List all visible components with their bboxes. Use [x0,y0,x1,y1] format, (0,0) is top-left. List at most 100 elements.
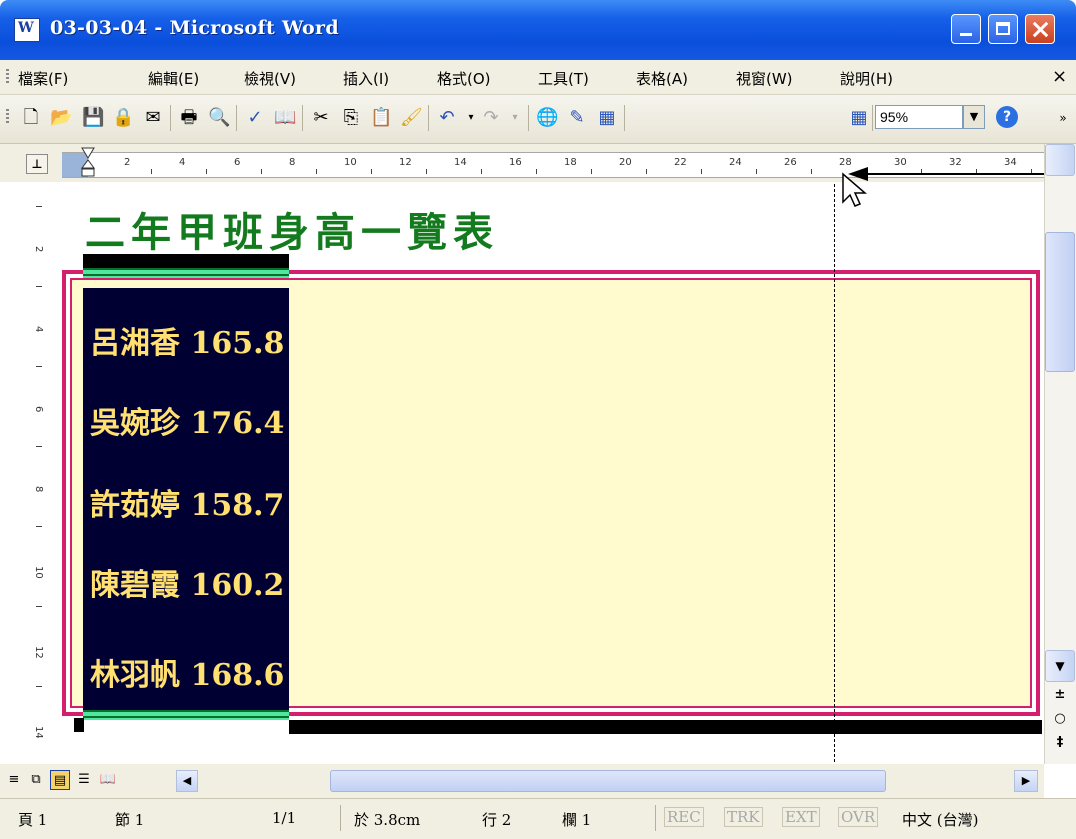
list-item: 呂湘香 165.8 [90,326,285,361]
toolbar-grip[interactable] [6,109,9,125]
ruler-tick [591,169,592,174]
insert-table-icon[interactable]: ▦ [596,107,618,129]
research-icon[interactable]: 📖 [274,107,296,129]
ruler-tick [701,169,702,174]
status-trk[interactable]: TRK [724,807,763,827]
print-icon[interactable]: 🖶 [178,107,200,129]
scroll-left-button[interactable]: ◀ [176,770,198,792]
ruler-number: 22 [674,157,687,168]
print-layout-view-icon[interactable]: ▤ [50,770,70,790]
ruler-number: 2 [124,157,131,168]
normal-view-icon[interactable]: ≡ [4,770,24,790]
select-browse-object-icon[interactable]: ○ [1045,708,1075,730]
word-app-icon[interactable] [14,18,40,42]
status-ovr[interactable]: OVR [838,807,879,827]
close-button[interactable] [1025,14,1055,44]
insert-table-icon-2[interactable]: ▦ [848,107,870,129]
status-language[interactable]: 中文 (台灣) [902,809,978,830]
menu-bar: 檔案(F) 編輯(E) 檢視(V) 插入(I) 格式(O) 工具(T) 表格(A… [0,60,1076,95]
ruler-tick [426,169,427,174]
menu-insert[interactable]: 插入(I) [343,68,389,89]
spelling-icon[interactable]: ✓ [244,107,266,129]
ruler-number: 8 [289,157,296,168]
help-icon[interactable]: ? [996,106,1018,128]
vruler-tick [36,606,42,607]
menu-table[interactable]: 表格(A) [636,68,688,89]
document-page[interactable]: 二年甲班身高一覽表 呂湘香 165.8 吳婉珍 176.4 許茹婷 158.7 … [52,184,1042,762]
previous-page-icon[interactable]: ± [1045,684,1075,706]
table-bottom-stripe [83,710,289,720]
vertical-ruler[interactable]: 2 4 6 8 10 12 14 [26,184,53,767]
menu-help[interactable]: 說明(H) [840,68,893,89]
toolbar-separator [624,105,625,131]
new-document-icon[interactable]: 🗋 [20,107,42,129]
document-title: 二年甲班身高一覽表 [85,209,499,256]
tables-borders-icon[interactable]: ✎ [566,107,588,129]
ruler-number: 4 [179,157,186,168]
paste-icon[interactable]: 📋 [370,107,392,129]
reading-layout-view-icon[interactable]: 📖 [98,770,118,790]
menu-format[interactable]: 格式(O) [437,68,491,89]
ruler-tick [371,169,372,174]
undo-dropdown-icon[interactable]: ▾ [460,107,482,129]
ruler-number: 12 [399,157,412,168]
minimize-button[interactable] [951,14,981,44]
callout-arrow-icon [848,167,1076,181]
status-page: 頁 1 [18,811,48,829]
status-ext[interactable]: EXT [782,807,820,827]
redo-dropdown-icon[interactable]: ▾ [504,107,526,129]
scroll-right-button[interactable]: ▶ [1014,770,1038,792]
save-icon[interactable]: 💾 [82,107,104,129]
status-pages: 1/1 [272,809,297,827]
email-icon[interactable]: ✉ [142,107,164,129]
zoom-dropdown-icon[interactable]: ▼ [963,105,985,129]
list-item: 許茹婷 158.7 [90,488,285,523]
vruler-tick [36,286,42,287]
status-rec[interactable]: REC [664,807,704,827]
table-bottom-left-bar [74,718,84,732]
scroll-down-button[interactable]: ▼ [1045,650,1075,682]
toolbar-separator [302,105,303,131]
menu-file[interactable]: 檔案(F) [18,68,68,89]
toolbar-separator [872,105,873,131]
cut-icon[interactable]: ✂ [310,107,332,129]
vertical-scroll-thumb[interactable] [1045,232,1075,372]
maximize-button[interactable] [988,14,1018,44]
copy-icon[interactable]: ⎘ [340,107,362,129]
permission-icon[interactable]: 🔒 [112,107,134,129]
ruler-number: 24 [729,157,742,168]
menu-view[interactable]: 檢視(V) [244,68,296,89]
menu-edit[interactable]: 編輯(E) [148,68,199,89]
redo-icon[interactable]: ↷ [480,107,502,129]
vruler-tick [36,446,42,447]
vruler-number: 4 [33,326,44,333]
horizontal-scroll-thumb[interactable] [330,770,886,792]
vruler-number: 12 [33,646,44,659]
menubar-grip[interactable] [6,69,9,85]
close-document-icon[interactable]: × [1052,66,1067,87]
print-preview-icon[interactable]: 🔍 [208,107,230,129]
web-layout-view-icon[interactable]: ⧉ [26,770,46,790]
ruler-number: 26 [784,157,797,168]
status-section: 節 1 [115,811,145,829]
next-page-icon[interactable]: ‡ [1045,732,1075,754]
format-painter-icon[interactable]: 🖌 [400,107,423,129]
toolbar-options-icon[interactable]: » [1052,107,1074,129]
vertical-scrollbar[interactable]: ▼ ± ○ ‡ [1044,144,1076,764]
name-column[interactable]: 呂湘香 165.8 吳婉珍 176.4 許茹婷 158.7 陳碧霞 160.2 … [83,288,289,710]
open-folder-icon[interactable]: 📂 [50,107,72,129]
status-at: 於 3.8cm [354,811,421,829]
view-bar: ≡ ⧉ ▤ ☰ 📖 ◀ ▶ [0,764,1044,798]
undo-icon[interactable]: ↶ [436,107,458,129]
status-column: 欄 1 [562,811,592,829]
scroll-up-button[interactable] [1045,144,1075,176]
hyperlink-icon[interactable]: 🌐 [536,107,558,129]
outline-view-icon[interactable]: ☰ [74,770,94,790]
indent-marker-icon[interactable] [80,146,96,178]
menu-tools[interactable]: 工具(T) [538,68,589,89]
zoom-box[interactable]: 95% [875,105,963,129]
toolbar-separator [428,105,429,131]
tab-selector-icon[interactable]: ⊥ [26,154,48,174]
status-bar: 頁 1 節 1 1/1 於 3.8cm 行 2 欄 1 REC TRK EXT … [0,798,1076,839]
menu-window[interactable]: 視窗(W) [736,68,793,89]
